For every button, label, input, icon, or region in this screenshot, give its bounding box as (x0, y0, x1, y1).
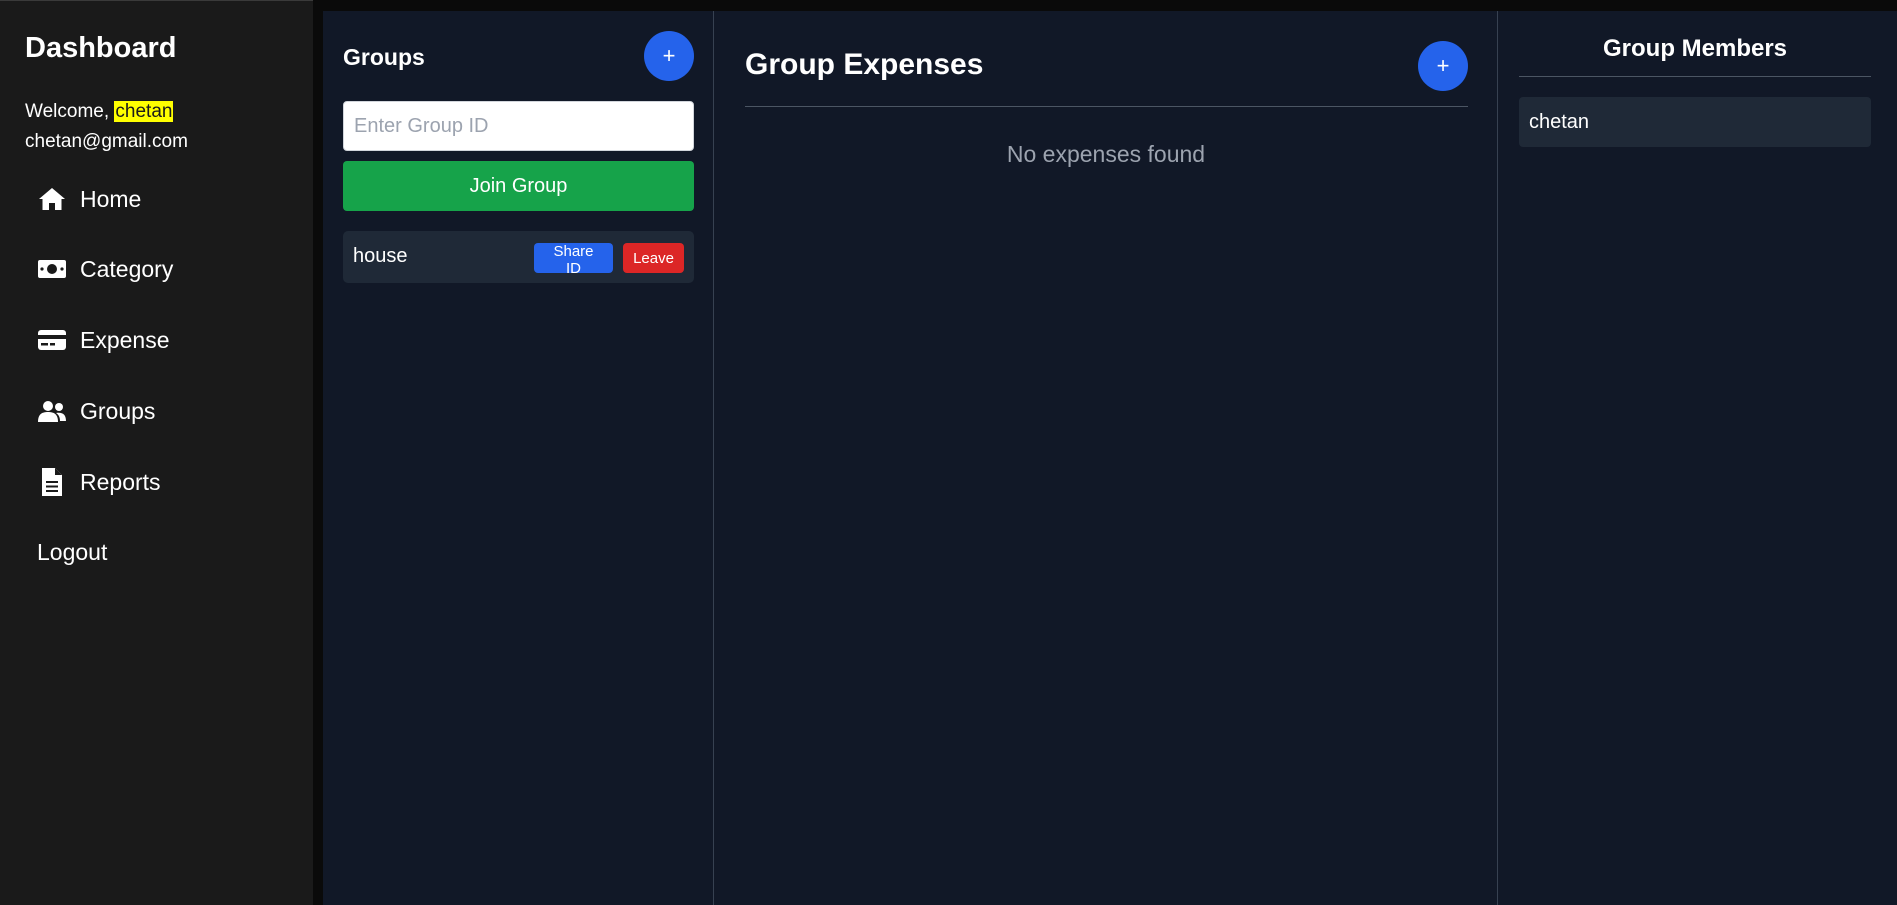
members-panel: Group Members chetan (1499, 11, 1897, 905)
sidebar: Dashboard Welcome, chetan chetan@gmail.c… (0, 0, 313, 905)
users-icon (37, 396, 67, 426)
groups-title: Groups (343, 44, 425, 70)
member-name: chetan (1529, 111, 1590, 133)
groups-panel: Groups + Join Group house Share ID Leave (323, 11, 714, 905)
file-icon (37, 467, 67, 497)
group-name: house (353, 245, 408, 267)
leave-group-button[interactable]: Leave (623, 243, 684, 273)
expenses-title: Group Expenses (745, 48, 984, 81)
join-group-button[interactable]: Join Group (343, 161, 694, 211)
app-root: Dashboard Welcome, chetan chetan@gmail.c… (0, 0, 1897, 905)
main-content: Groups + Join Group house Share ID Leave… (323, 11, 1897, 905)
add-group-button[interactable]: + (644, 31, 694, 81)
share-id-button[interactable]: Share ID (534, 243, 613, 277)
divider (1519, 76, 1871, 77)
sidebar-item-groups[interactable]: Groups (37, 393, 155, 429)
sidebar-item-home[interactable]: Home (37, 181, 141, 217)
sidebar-item-label: Expense (80, 326, 170, 353)
logout-link[interactable]: Logout (37, 539, 107, 566)
home-icon (37, 184, 67, 214)
sidebar-title: Dashboard (25, 32, 177, 64)
sidebar-item-expense[interactable]: Expense (37, 322, 170, 358)
sidebar-item-label: Category (80, 255, 174, 282)
sidebar-item-label: Reports (80, 468, 161, 495)
welcome-prefix: Welcome, (25, 101, 115, 122)
sidebar-item-reports[interactable]: Reports (37, 464, 161, 500)
member-list-item: chetan (1519, 97, 1871, 147)
sidebar-item-category[interactable]: Category (37, 251, 173, 287)
sidebar-item-label: Groups (80, 397, 156, 424)
empty-state-text: No expenses found (1006, 141, 1206, 167)
credit-card-icon (37, 325, 67, 355)
add-expense-button[interactable]: + (1418, 41, 1468, 91)
expenses-panel: Group Expenses + No expenses found (715, 11, 1498, 905)
divider (745, 106, 1468, 107)
welcome-text: Welcome, chetan (25, 101, 174, 123)
members-title: Group Members (1602, 35, 1788, 62)
group-list-item[interactable]: house Share ID Leave (343, 231, 694, 283)
group-id-input[interactable] (343, 101, 694, 151)
user-email: chetan@gmail.com (25, 131, 188, 152)
money-icon (37, 254, 67, 284)
sidebar-item-label: Home (80, 185, 142, 212)
welcome-username: chetan (114, 101, 174, 122)
